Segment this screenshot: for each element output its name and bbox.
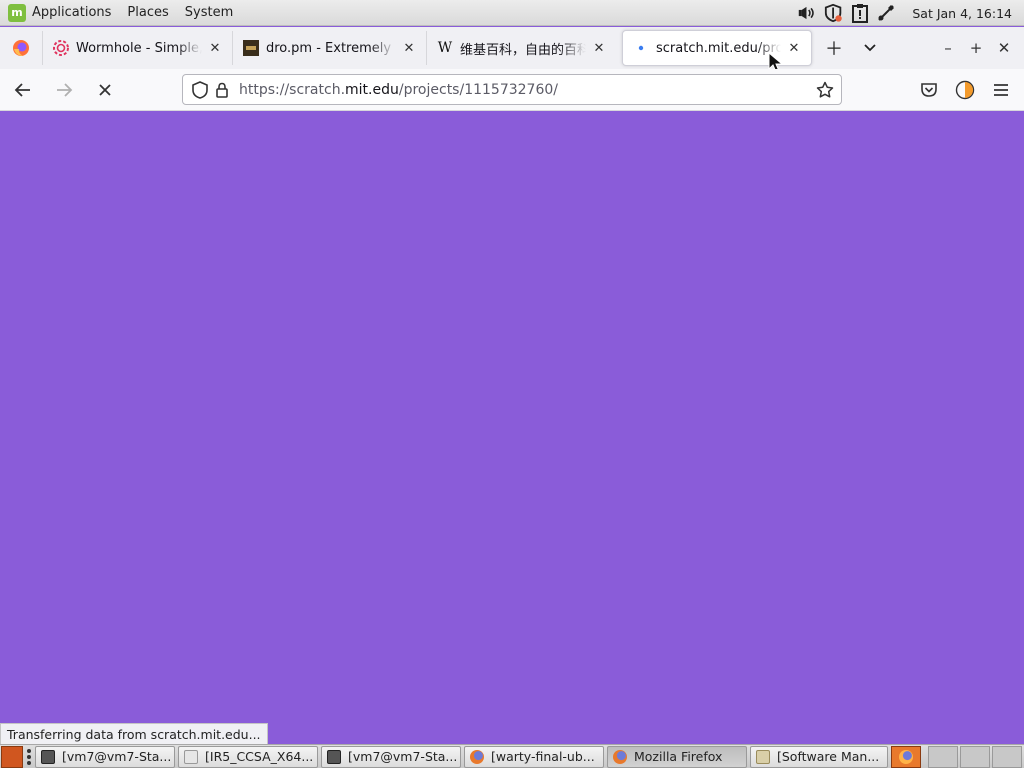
taskbar-item-software-manager[interactable]: [Software Man... — [750, 745, 888, 768]
lock-icon[interactable] — [213, 81, 231, 99]
url-prefix: https://scratch. — [239, 81, 346, 98]
close-icon[interactable]: ✕ — [785, 39, 803, 57]
terminal-icon — [41, 749, 55, 764]
tab-title: dro.pm - Extremely Sh — [266, 40, 396, 56]
loading-dot-icon — [633, 40, 649, 56]
back-arrow-icon[interactable] — [5, 74, 41, 106]
firefox-icon — [613, 749, 627, 764]
tab-title: Wormhole - Simple, pr — [76, 40, 202, 56]
clock[interactable]: Sat Jan 4, 16:14 — [912, 6, 1012, 21]
tab-wormhole[interactable]: Wormhole - Simple, pr ✕ — [42, 31, 232, 65]
close-icon[interactable]: ✕ — [206, 39, 224, 57]
disk-icon — [184, 749, 198, 764]
workspace-3[interactable] — [992, 745, 1022, 768]
taskbar-item-mozilla-firefox[interactable]: Mozilla Firefox — [607, 745, 747, 768]
page-content-scratch-loading[interactable] — [0, 111, 1024, 743]
status-bar: Transferring data from scratch.mit.edu..… — [0, 723, 268, 744]
minimize-icon[interactable]: – — [934, 34, 962, 62]
account-avatar-icon[interactable] — [952, 77, 978, 103]
mint-menu-icon[interactable]: m — [8, 3, 26, 22]
window-close-icon[interactable]: ✕ — [990, 34, 1018, 62]
panel-menu-places[interactable]: Places — [127, 5, 168, 20]
maximize-icon[interactable]: + — [962, 34, 990, 62]
taskbar-item-label: [Software Man... — [777, 749, 880, 764]
url-bar[interactable]: https://scratch.mit.edu/projects/1115732… — [182, 74, 842, 105]
panel-menu-applications[interactable]: Applications — [32, 5, 111, 20]
url-text[interactable]: https://scratch.mit.edu/projects/1115732… — [239, 82, 558, 98]
toolbar-right — [916, 69, 1014, 111]
taskbar-item-label: [vm7@vm7-Sta... — [62, 749, 172, 764]
tab-title: 维基百科，自由的百科 — [460, 42, 586, 58]
tracking-shield-icon[interactable] — [191, 80, 209, 99]
taskbar-item-label: [warty-final-ub... — [491, 749, 595, 764]
clipboard-alert-icon[interactable] — [850, 3, 870, 23]
bottom-taskbar: [vm7@vm7-Sta... [IR5_CCSA_X64... [vm7@vm… — [0, 744, 1024, 768]
wormhole-icon — [53, 40, 69, 56]
taskbar-item-label: [vm7@vm7-Sta... — [348, 749, 458, 764]
close-icon[interactable]: ✕ — [400, 39, 418, 57]
workspace-2[interactable] — [960, 745, 990, 768]
show-desktop-icon[interactable] — [1, 745, 23, 768]
taskbar-firefox-launcher[interactable] — [891, 745, 921, 768]
volume-icon[interactable] — [798, 3, 818, 23]
taskbar-item-terminal-1[interactable]: [vm7@vm7-Sta... — [35, 745, 175, 768]
bookmark-star-icon[interactable] — [815, 80, 835, 100]
top-panel: m Applications Places System Sat Jan 4, … — [0, 0, 1024, 26]
taskbar-item-disk[interactable]: [IR5_CCSA_X64... — [178, 745, 318, 768]
panel-menu-system[interactable]: System — [185, 5, 233, 20]
shield-update-icon[interactable] — [824, 3, 844, 23]
taskbar-item-label: [IR5_CCSA_X64... — [205, 749, 314, 764]
taskbar-item-terminal-2[interactable]: [vm7@vm7-Sta... — [321, 745, 461, 768]
firefox-view-icon[interactable] — [0, 27, 42, 69]
close-icon[interactable]: ✕ — [590, 39, 608, 57]
terminal-icon — [327, 749, 341, 764]
workspace-1[interactable] — [928, 745, 958, 768]
pocket-icon[interactable] — [916, 77, 942, 103]
firefox-icon — [899, 749, 913, 764]
tab-dropm[interactable]: dro.pm - Extremely Sh ✕ — [232, 31, 426, 65]
system-tray: Sat Jan 4, 16:14 — [798, 0, 1018, 26]
tab-title: scratch.mit.edu/proje — [656, 40, 781, 56]
network-icon[interactable] — [876, 3, 896, 23]
package-icon — [756, 749, 770, 764]
url-domain: mit.edu — [345, 81, 399, 98]
firefox-icon — [470, 749, 484, 764]
taskbar-item-label: Mozilla Firefox — [634, 749, 723, 764]
list-all-tabs-chevron-icon[interactable] — [852, 30, 888, 66]
url-path: /projects/1115732760/ — [398, 81, 558, 98]
browser-tab-bar: Wormhole - Simple, pr ✕ dro.pm - Extreme… — [0, 27, 1024, 69]
tab-wikipedia[interactable]: W 维基百科，自由的百科 ✕ — [426, 31, 616, 65]
new-tab-plus-icon[interactable]: ＋ — [816, 30, 852, 66]
navigation-bar: https://scratch.mit.edu/projects/1115732… — [0, 69, 1024, 111]
taskbar-handle-icon[interactable] — [27, 748, 32, 765]
forward-arrow-icon[interactable] — [46, 74, 82, 106]
wikipedia-icon: W — [437, 40, 453, 56]
taskbar-item-firefox-warty[interactable]: [warty-final-ub... — [464, 745, 604, 768]
workspace-switcher[interactable] — [921, 745, 1022, 768]
stop-loading-icon[interactable] — [87, 74, 123, 106]
dropm-icon — [243, 40, 259, 56]
hamburger-menu-icon[interactable] — [988, 77, 1014, 103]
